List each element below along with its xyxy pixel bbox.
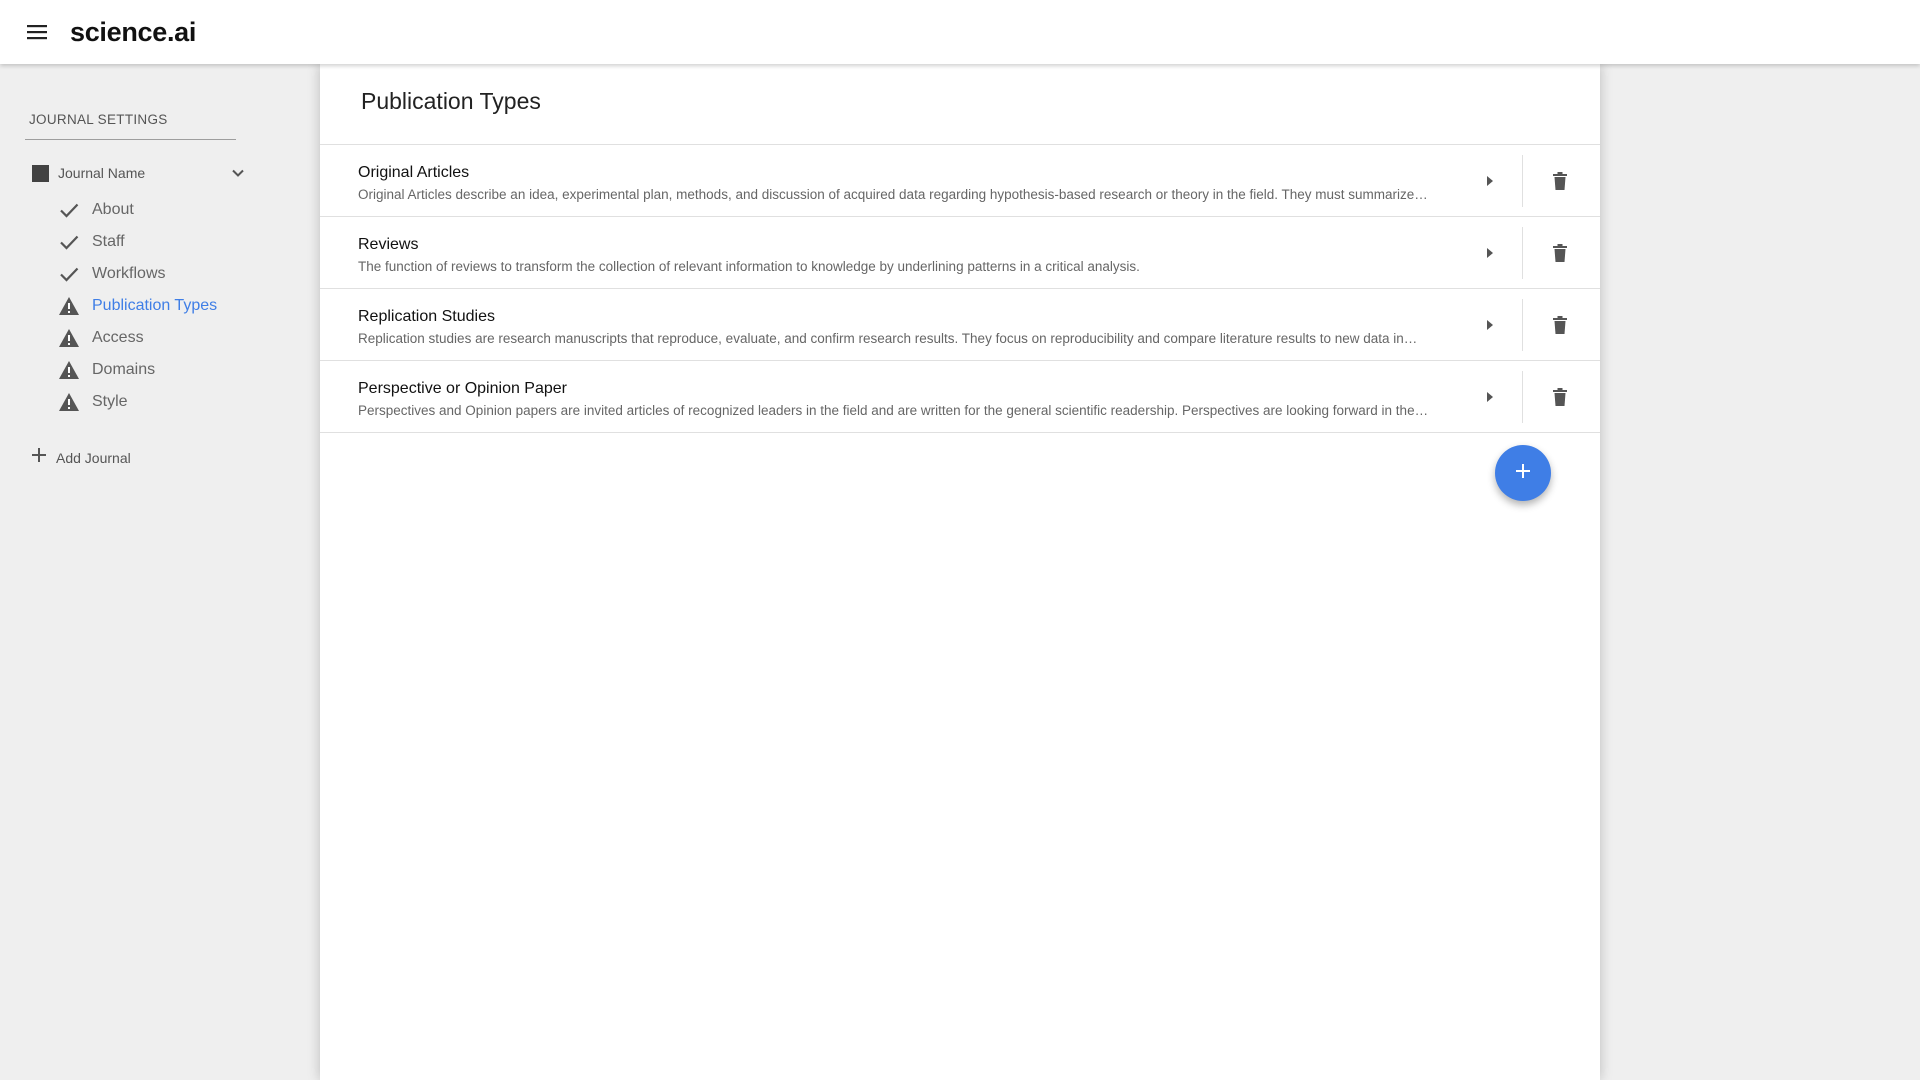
journal-name-label: Journal Name (58, 165, 146, 181)
sidebar-item-label: About (92, 201, 134, 218)
journal-color-swatch (32, 164, 49, 182)
app-brand-logo[interactable]: science.ai (70, 17, 196, 48)
plus-icon (1515, 463, 1531, 484)
row-divider (1522, 299, 1523, 351)
publication-type-title: Reviews (358, 236, 419, 253)
publication-type-description: Perspectives and Opinion papers are invi… (358, 403, 1429, 418)
warning-icon (57, 390, 81, 414)
sidebar-item-label: Workflows (92, 265, 166, 282)
publication-types-list: Original Articles Original Articles desc… (320, 144, 1600, 433)
warning-icon (57, 294, 81, 318)
warning-icon (57, 326, 81, 350)
delete-icon[interactable] (1548, 169, 1572, 193)
publication-type-entry[interactable]: Replication Studies Replication studies … (358, 289, 1488, 361)
publication-type-entry[interactable]: Original Articles Original Articles desc… (358, 145, 1488, 217)
plus-icon (30, 446, 48, 469)
check-icon (57, 262, 81, 286)
publication-type-description: Replication studies are research manuscr… (358, 331, 1418, 346)
publication-type-entry[interactable]: Perspective or Opinion Paper Perspective… (358, 361, 1488, 433)
publication-type-title: Replication Studies (358, 308, 495, 325)
top-app-bar: science.ai (0, 0, 1920, 64)
add-journal-label: Add Journal (56, 449, 131, 466)
delete-icon[interactable] (1548, 241, 1572, 265)
sidebar-divider (25, 139, 236, 140)
list-item: Original Articles Original Articles desc… (320, 145, 1600, 217)
journal-selector[interactable]: Journal Name (25, 160, 247, 186)
list-item: Replication Studies Replication studies … (320, 289, 1600, 361)
publication-type-title: Perspective or Opinion Paper (358, 380, 567, 397)
publication-type-entry[interactable]: Reviews The function of reviews to trans… (358, 217, 1488, 289)
settings-sidebar: JOURNAL SETTINGS Journal Name About Staf… (0, 64, 300, 1080)
sidebar-item-style[interactable]: Style (57, 386, 217, 418)
arrow-right-icon[interactable] (1480, 387, 1500, 407)
warning-icon (57, 358, 81, 382)
row-divider (1522, 371, 1523, 423)
publication-type-description: Original Articles describe an idea, expe… (358, 187, 1428, 202)
journal-settings-nav: About Staff Workflows Publication Types … (57, 194, 217, 418)
publication-type-title: Original Articles (358, 164, 470, 181)
publication-types-panel: Publication Types Original Articles Orig… (320, 64, 1600, 1080)
add-publication-type-button[interactable] (1495, 445, 1551, 501)
sidebar-item-label: Staff (92, 233, 125, 250)
sidebar-item-domains[interactable]: Domains (57, 354, 217, 386)
check-icon (57, 230, 81, 254)
sidebar-item-label: Style (92, 393, 128, 410)
list-item: Reviews The function of reviews to trans… (320, 217, 1600, 289)
list-item: Perspective or Opinion Paper Perspective… (320, 361, 1600, 433)
sidebar-heading: JOURNAL SETTINGS (29, 112, 168, 127)
add-journal-button[interactable]: Add Journal (30, 446, 131, 469)
chevron-down-icon[interactable] (229, 164, 247, 182)
hamburger-menu-icon[interactable] (19, 14, 55, 50)
sidebar-item-label: Access (92, 329, 144, 346)
row-divider (1522, 155, 1523, 207)
arrow-right-icon[interactable] (1480, 171, 1500, 191)
publication-type-description: The function of reviews to transform the… (358, 259, 1140, 274)
sidebar-item-label: Publication Types (92, 297, 218, 314)
check-icon (57, 198, 81, 222)
sidebar-item-access[interactable]: Access (57, 322, 217, 354)
delete-icon[interactable] (1548, 313, 1572, 337)
sidebar-item-workflows[interactable]: Workflows (57, 258, 217, 290)
sidebar-item-publication-types[interactable]: Publication Types (57, 290, 217, 322)
page-title: Publication Types (361, 88, 541, 114)
row-divider (1522, 227, 1523, 279)
sidebar-item-label: Domains (92, 361, 156, 378)
arrow-right-icon[interactable] (1480, 243, 1500, 263)
delete-icon[interactable] (1548, 385, 1572, 409)
sidebar-item-about[interactable]: About (57, 194, 217, 226)
arrow-right-icon[interactable] (1480, 315, 1500, 335)
sidebar-item-staff[interactable]: Staff (57, 226, 217, 258)
